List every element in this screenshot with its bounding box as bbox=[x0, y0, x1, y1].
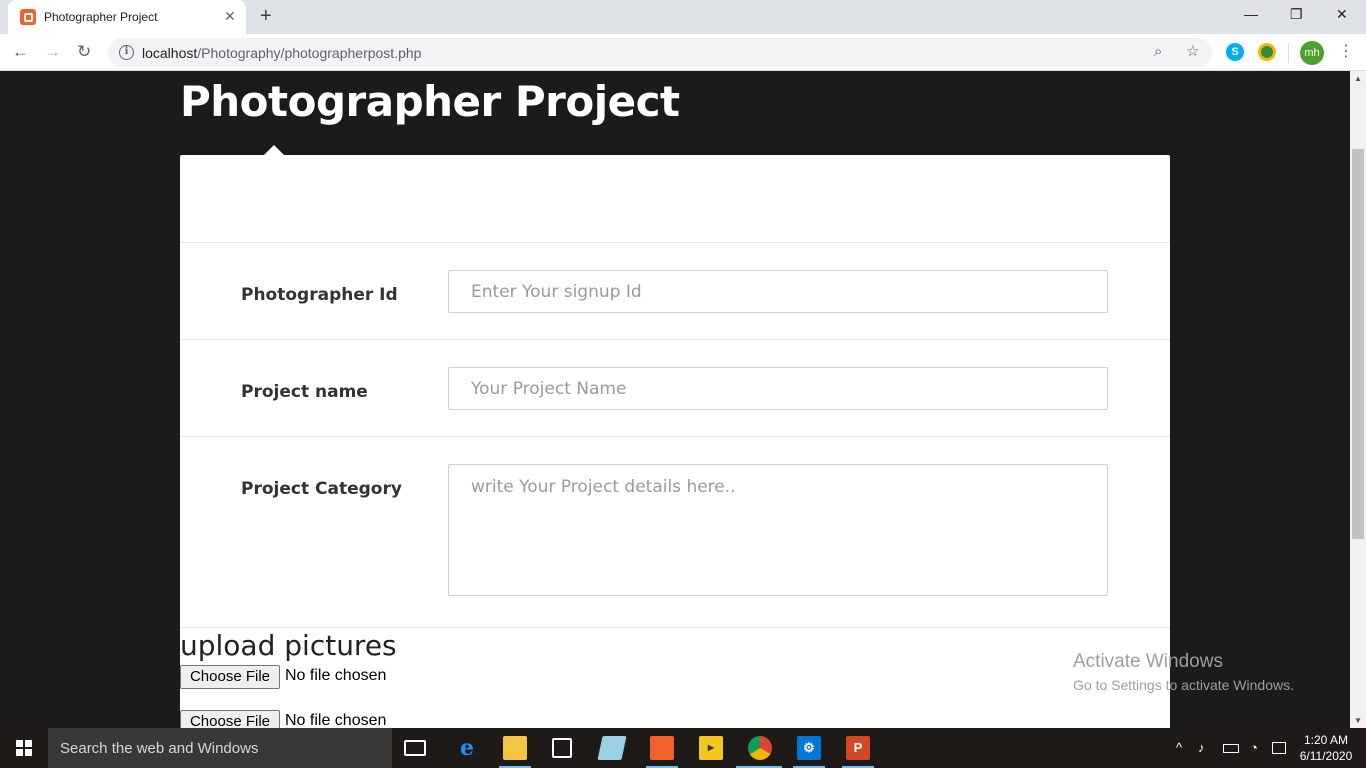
choose-file-button[interactable]: Choose File bbox=[180, 710, 280, 728]
upload-pictures-heading: upload pictures bbox=[180, 629, 397, 662]
scroll-thumb[interactable] bbox=[1352, 149, 1364, 539]
battery-icon[interactable] bbox=[1223, 744, 1239, 753]
file-status-text: No file chosen bbox=[285, 667, 387, 684]
tab-title: Photographer Project bbox=[44, 10, 158, 24]
form-row-project-category: Project Category bbox=[180, 437, 1170, 628]
watermark-subtitle: Go to Settings to activate Windows. bbox=[1073, 677, 1294, 693]
xampp-favicon-icon bbox=[20, 9, 36, 25]
bookmark-star-icon[interactable]: ☆ bbox=[1186, 43, 1199, 61]
reload-button[interactable]: ↻ bbox=[77, 41, 91, 63]
project-name-input[interactable] bbox=[448, 367, 1108, 410]
wifi-icon[interactable]: ◔ bbox=[1250, 740, 1258, 756]
taskbar-clock[interactable]: 1:20 AM 6/11/2020 bbox=[1296, 732, 1356, 764]
choose-file-button[interactable]: Choose File bbox=[180, 665, 280, 689]
project-category-textarea[interactable] bbox=[448, 464, 1108, 596]
taskbar-search[interactable]: Search the web and Windows bbox=[48, 728, 392, 768]
toolbar-divider bbox=[1288, 43, 1289, 63]
page-title: Photographer Project bbox=[180, 77, 680, 126]
restore-button[interactable]: ❐ bbox=[1290, 4, 1303, 24]
photographer-id-label: Photographer Id bbox=[241, 285, 398, 305]
project-name-label: Project name bbox=[241, 382, 368, 402]
xampp-icon[interactable] bbox=[650, 736, 674, 760]
activate-windows-watermark: Activate Windows Go to Settings to activ… bbox=[1073, 651, 1294, 693]
card-header bbox=[180, 155, 1170, 243]
profile-avatar[interactable]: mh bbox=[1300, 41, 1324, 65]
volume-icon[interactable]: ♪ bbox=[1198, 740, 1205, 756]
forward-button[interactable]: → bbox=[44, 41, 61, 63]
tab-close-icon[interactable]: ✕ bbox=[224, 8, 236, 24]
task-view-icon[interactable] bbox=[404, 740, 426, 756]
tray-chevron-icon[interactable]: ^ bbox=[1176, 740, 1182, 756]
form-row-project-name: Project name bbox=[180, 340, 1170, 437]
clock-date: 6/11/2020 bbox=[1299, 749, 1353, 763]
settings-icon[interactable]: ⚙ bbox=[797, 736, 821, 760]
file-status-text: No file chosen bbox=[285, 712, 387, 728]
notepad-icon[interactable] bbox=[597, 736, 627, 760]
browser-menu-icon[interactable]: ⋮ bbox=[1338, 42, 1354, 62]
close-window-button[interactable]: ✕ bbox=[1336, 4, 1348, 24]
taskbar-search-placeholder: Search the web and Windows bbox=[60, 740, 259, 757]
windows-logo-icon bbox=[16, 740, 32, 756]
address-bar[interactable]: i localhost/Photography/photographerpost… bbox=[108, 38, 1212, 67]
edge-icon[interactable]: e bbox=[455, 736, 479, 760]
info-icon[interactable]: i bbox=[119, 45, 134, 60]
back-button[interactable]: ← bbox=[12, 41, 29, 63]
globe-extension-icon[interactable] bbox=[1258, 43, 1276, 61]
powerpoint-icon[interactable]: P bbox=[846, 736, 870, 760]
scroll-down-arrow-icon[interactable]: ▼ bbox=[1354, 716, 1362, 725]
url-host: localhost bbox=[142, 45, 198, 61]
url-text[interactable]: localhost/Photography/photographerpost.p… bbox=[142, 45, 421, 61]
windows-taskbar: Search the web and Windows e ▶ ⚙ P ^ ♪ ◔… bbox=[0, 728, 1366, 768]
zoom-icon[interactable]: ⌕ bbox=[1154, 43, 1162, 61]
minimize-button[interactable]: — bbox=[1244, 4, 1258, 24]
watermark-title: Activate Windows bbox=[1073, 651, 1223, 672]
page-scrollbar[interactable]: ▲ ▼ bbox=[1350, 71, 1366, 728]
browser-tab-bar: Photographer Project ✕ + — ❐ ✕ bbox=[0, 0, 1366, 34]
project-form-card: Photographer Id Project name Project Cat… bbox=[180, 155, 1170, 728]
skype-extension-icon[interactable]: S bbox=[1226, 43, 1244, 61]
page-viewport: Photographer Project Photographer Id Pro… bbox=[0, 71, 1350, 728]
store-icon[interactable] bbox=[552, 738, 572, 758]
file-explorer-icon[interactable] bbox=[503, 736, 527, 760]
photographer-id-input[interactable] bbox=[448, 270, 1108, 313]
start-button[interactable] bbox=[0, 728, 48, 768]
notifications-icon[interactable] bbox=[1272, 742, 1286, 754]
project-category-label: Project Category bbox=[241, 479, 402, 499]
player-icon[interactable]: ▶ bbox=[699, 736, 723, 760]
new-tab-button[interactable]: + bbox=[260, 5, 272, 27]
form-row-photographer-id: Photographer Id bbox=[180, 243, 1170, 340]
scroll-up-arrow-icon[interactable]: ▲ bbox=[1354, 74, 1362, 83]
url-path: /Photography/photographerpost.php bbox=[197, 45, 422, 61]
chrome-icon[interactable] bbox=[748, 736, 772, 760]
clock-time: 1:20 AM bbox=[1303, 733, 1349, 747]
browser-tab[interactable]: Photographer Project ✕ bbox=[8, 0, 246, 34]
browser-toolbar: ← → ↻ i localhost/Photography/photograph… bbox=[0, 34, 1366, 71]
